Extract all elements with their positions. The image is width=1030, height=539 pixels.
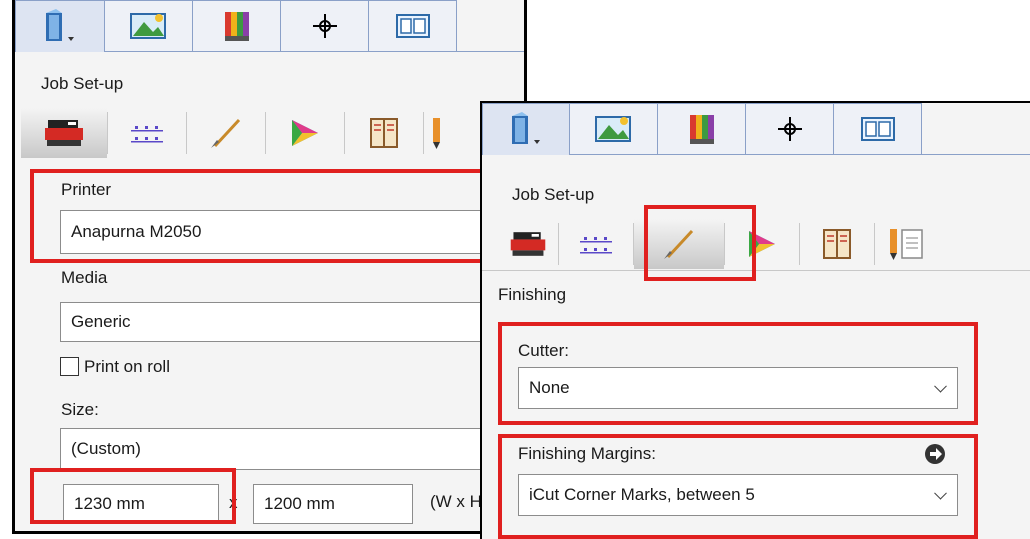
- subtab-marks[interactable]: [559, 219, 633, 269]
- finishing-tab-highlight: [644, 205, 756, 281]
- tab-job[interactable]: [482, 103, 570, 155]
- finishing-title: Finishing: [498, 285, 567, 304]
- media-label: Media: [61, 268, 108, 287]
- subtab-marks[interactable]: [108, 108, 186, 158]
- top-tab-bar: [482, 103, 1030, 155]
- dimension-hint: (W x H: [430, 492, 482, 511]
- tab-bar-fill: [922, 103, 1030, 155]
- subtab-pencil[interactable]: [424, 108, 448, 158]
- grid-marks-icon: [131, 126, 163, 143]
- tab-image[interactable]: [105, 0, 193, 52]
- tab-color[interactable]: [658, 103, 746, 155]
- media-field[interactable]: Generic: [60, 302, 524, 342]
- size-label: Size:: [61, 400, 99, 419]
- subtab-book[interactable]: [800, 219, 874, 269]
- image-icon: [129, 13, 166, 39]
- job-setup-label: Job Set-up: [41, 74, 124, 93]
- subtab-document[interactable]: [875, 219, 935, 269]
- tab-layout[interactable]: [369, 0, 457, 52]
- size-field[interactable]: (Custom): [60, 428, 524, 470]
- pencil-icon: [433, 118, 440, 149]
- layout-icon: [860, 117, 895, 141]
- color-gamut-icon: [292, 120, 318, 146]
- color-swatch-icon: [689, 115, 714, 144]
- color-swatch-icon: [224, 12, 249, 41]
- crosshair-icon: [312, 14, 337, 38]
- printer-highlight: [30, 169, 490, 263]
- height-input[interactable]: 1200 mm: [253, 484, 413, 524]
- pencil-icon: [890, 229, 897, 260]
- print-on-roll-label: Print on roll: [84, 357, 170, 376]
- image-icon: [594, 116, 631, 142]
- top-tab-bar: [15, 0, 524, 52]
- print-on-roll-checkbox[interactable]: [60, 357, 79, 376]
- printer-icon: [45, 120, 83, 146]
- tab-bar-fill: [457, 0, 524, 52]
- tab-image[interactable]: [570, 103, 658, 155]
- subtab-book[interactable]: [345, 108, 423, 158]
- tab-job[interactable]: [15, 0, 105, 52]
- divider: [482, 270, 1030, 271]
- subtab-finishing[interactable]: [187, 108, 265, 158]
- crosshair-icon: [777, 117, 802, 141]
- job-icon: [46, 8, 74, 41]
- job-setup-panel-back: Job Set-up Printer Anapurna M2050 Media …: [12, 0, 527, 534]
- book-icon: [370, 118, 398, 148]
- finishing-margins-highlight: [498, 434, 978, 539]
- document-icon: [901, 229, 923, 259]
- tab-position[interactable]: [281, 0, 369, 52]
- printer-icon: [510, 232, 546, 256]
- cutter-highlight: [498, 322, 978, 425]
- tab-position[interactable]: [746, 103, 834, 155]
- subtab-color-management[interactable]: [266, 108, 344, 158]
- subtab-printer[interactable]: [498, 219, 558, 269]
- knife-icon: [211, 118, 241, 148]
- grid-marks-icon: [580, 237, 612, 254]
- job-setup-label: Job Set-up: [512, 185, 595, 204]
- tab-color[interactable]: [193, 0, 281, 52]
- subtab-printer[interactable]: [21, 108, 107, 158]
- sub-tab-bar: [21, 108, 448, 158]
- width-highlight: [30, 468, 236, 524]
- layout-icon: [395, 14, 430, 38]
- job-icon: [512, 111, 540, 144]
- tab-layout[interactable]: [834, 103, 922, 155]
- book-icon: [823, 229, 851, 259]
